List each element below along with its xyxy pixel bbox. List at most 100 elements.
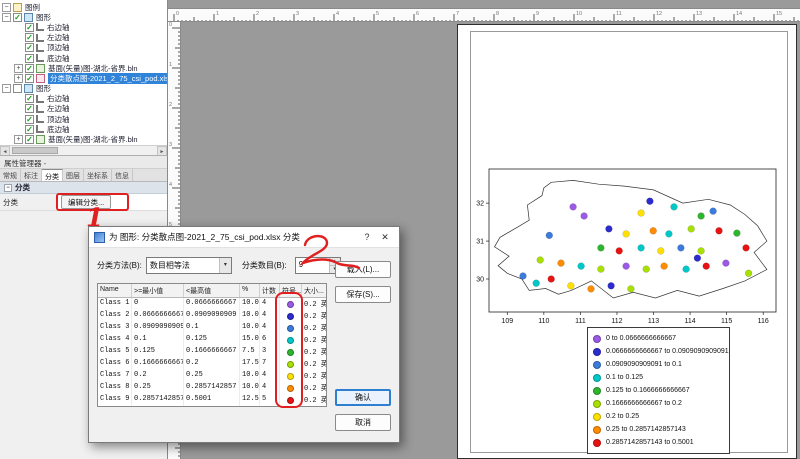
table-cell[interactable]: 0.2 英寸: [302, 370, 327, 382]
symbol-cell[interactable]: [280, 334, 302, 346]
tree-item[interactable]: ✓底边轴: [0, 124, 167, 134]
symbol-cell[interactable]: [280, 298, 302, 310]
tree-item[interactable]: ✓右边轴: [0, 22, 167, 32]
visibility-checkbox[interactable]: ✓: [25, 135, 34, 144]
tree-item[interactable]: ✓顶边轴: [0, 43, 167, 53]
tree-horizontal-scrollbar[interactable]: ◄ ►: [0, 145, 167, 155]
symbol-cell[interactable]: [280, 370, 302, 382]
column-header[interactable]: %: [240, 284, 260, 297]
symbol-cell[interactable]: [280, 358, 302, 370]
class-symbol-dot[interactable]: [287, 397, 294, 404]
tab-图层[interactable]: 图层: [63, 169, 84, 181]
column-header[interactable]: Name: [98, 284, 132, 297]
dialog-close-button[interactable]: ✕: [376, 230, 394, 245]
visibility-checkbox[interactable]: ✓: [25, 64, 34, 73]
class-row[interactable]: Class 50.1250.16666666677.530.2 英寸: [98, 346, 326, 358]
class-symbol-dot[interactable]: [287, 349, 294, 356]
column-header[interactable]: 大小...: [302, 284, 327, 297]
horizontal-ruler[interactable]: 0123456789101112131415: [168, 8, 800, 22]
tree-item[interactable]: ✓左边轴: [0, 104, 167, 114]
column-header[interactable]: <最高值: [184, 284, 240, 297]
visibility-checkbox[interactable]: ✓: [25, 23, 34, 32]
ok-button[interactable]: 确认: [335, 389, 391, 406]
scroll-right-arrow-icon[interactable]: ►: [157, 146, 167, 156]
visibility-checkbox[interactable]: ✓: [25, 54, 34, 63]
class-row[interactable]: Class 90.28571428570.500112.550.2 英寸: [98, 394, 326, 406]
class-symbol-dot[interactable]: [287, 325, 294, 332]
visibility-checkbox[interactable]: ✓: [25, 115, 34, 124]
classification-section-header[interactable]: − 分类: [0, 182, 167, 194]
load-button[interactable]: 载入(L)...: [335, 261, 391, 278]
tab-坐标系[interactable]: 坐标系: [84, 169, 112, 181]
save-button[interactable]: 保存(S)...: [335, 286, 391, 303]
class-symbol-dot[interactable]: [287, 385, 294, 392]
visibility-checkbox[interactable]: [13, 84, 22, 93]
chevron-down-icon[interactable]: ▾: [219, 258, 231, 273]
tab-常规[interactable]: 常规: [0, 169, 21, 181]
scrollbar-track[interactable]: [10, 146, 157, 156]
edit-classes-button[interactable]: 编辑分类...: [61, 195, 111, 209]
column-header[interactable]: 符号...: [280, 284, 302, 297]
class-row[interactable]: Class 60.16666666670.217.570.2 英寸: [98, 358, 326, 370]
table-cell[interactable]: 0.2 英寸: [302, 334, 327, 346]
tree-item[interactable]: −✓图形: [0, 12, 167, 22]
scrollbar-thumb[interactable]: [12, 147, 58, 154]
collapse-icon[interactable]: −: [2, 84, 11, 93]
table-cell[interactable]: 0.2 英寸: [302, 298, 327, 310]
expand-icon[interactable]: +: [14, 135, 23, 144]
visibility-checkbox[interactable]: ✓: [13, 13, 22, 22]
class-symbol-dot[interactable]: [287, 337, 294, 344]
visibility-checkbox[interactable]: ✓: [25, 33, 34, 42]
map-legend[interactable]: 0 to 0.06666666666670.0666666666667 to 0…: [587, 327, 730, 454]
tree-item[interactable]: ✓左边轴: [0, 33, 167, 43]
dialog-help-button[interactable]: ?: [358, 230, 376, 245]
visibility-checkbox[interactable]: ✓: [25, 74, 34, 83]
tree-item[interactable]: +✓分类散点图-2021_2_75_csi_pod.xlsx: [0, 73, 167, 83]
tree-item[interactable]: ✓底边轴: [0, 53, 167, 63]
collapse-icon[interactable]: −: [2, 13, 11, 22]
symbol-cell[interactable]: [280, 346, 302, 358]
class-symbol-dot[interactable]: [287, 313, 294, 320]
collapse-icon[interactable]: −: [4, 184, 12, 192]
tree-item[interactable]: ✓顶边轴: [0, 114, 167, 124]
dialog-title-bar[interactable]: 为 图形: 分类散点图-2021_2_75_csi_pod.xlsx 分类 ? …: [89, 227, 399, 248]
class-row[interactable]: Class 70.20.2510.040.2 英寸: [98, 370, 326, 382]
tab-分类[interactable]: 分类: [42, 169, 63, 181]
symbol-cell[interactable]: [280, 310, 302, 322]
table-cell[interactable]: 0.2 英寸: [302, 358, 327, 370]
class-symbol-dot[interactable]: [287, 361, 294, 368]
cancel-button[interactable]: 取消: [335, 414, 391, 431]
table-cell[interactable]: 0.2 英寸: [302, 394, 327, 406]
tree-item[interactable]: ✓右边轴: [0, 94, 167, 104]
table-cell[interactable]: 0.2 英寸: [302, 322, 327, 334]
class-count-spinner[interactable]: 9 ▴ ▾: [295, 257, 341, 274]
class-row[interactable]: Class 20.06666666670.090909090910.040.2 …: [98, 310, 326, 322]
map-plot[interactable]: 109110111112113114115116303132: [472, 163, 787, 333]
scroll-left-arrow-icon[interactable]: ◄: [0, 146, 10, 156]
class-symbol-dot[interactable]: [287, 301, 294, 308]
tree-item[interactable]: −图形: [0, 84, 167, 94]
class-row[interactable]: Class 40.10.12515.060.2 英寸: [98, 334, 326, 346]
symbol-cell[interactable]: [280, 394, 302, 406]
class-row[interactable]: Class 80.250.285714285710.040.2 英寸: [98, 382, 326, 394]
expand-icon[interactable]: +: [14, 74, 23, 83]
table-cell[interactable]: 0.2 英寸: [302, 346, 327, 358]
tab-信息[interactable]: 信息: [112, 169, 133, 181]
expand-icon[interactable]: +: [14, 64, 23, 73]
symbol-cell[interactable]: [280, 322, 302, 334]
collapse-icon[interactable]: −: [2, 3, 11, 12]
table-cell[interactable]: 0.2 英寸: [302, 310, 327, 322]
table-cell[interactable]: 0.2 英寸: [302, 382, 327, 394]
tree-item[interactable]: +✓基面(矢量)图-湖北-省界.bln: [0, 134, 167, 144]
class-row[interactable]: Class 30.09090909090.110.040.2 英寸: [98, 322, 326, 334]
tab-标注[interactable]: 标注: [21, 169, 42, 181]
visibility-checkbox[interactable]: ✓: [25, 94, 34, 103]
visibility-checkbox[interactable]: ✓: [25, 125, 34, 134]
tree-item[interactable]: +✓基面(矢量)图-湖北-省界.bln: [0, 63, 167, 73]
visibility-checkbox[interactable]: ✓: [25, 43, 34, 52]
class-symbol-dot[interactable]: [287, 373, 294, 380]
classification-method-select[interactable]: 数目相等法 ▾: [146, 257, 232, 274]
symbol-cell[interactable]: [280, 382, 302, 394]
column-header[interactable]: >=最小值: [132, 284, 184, 297]
class-row[interactable]: Class 100.066666666710.040.2 英寸: [98, 298, 326, 310]
